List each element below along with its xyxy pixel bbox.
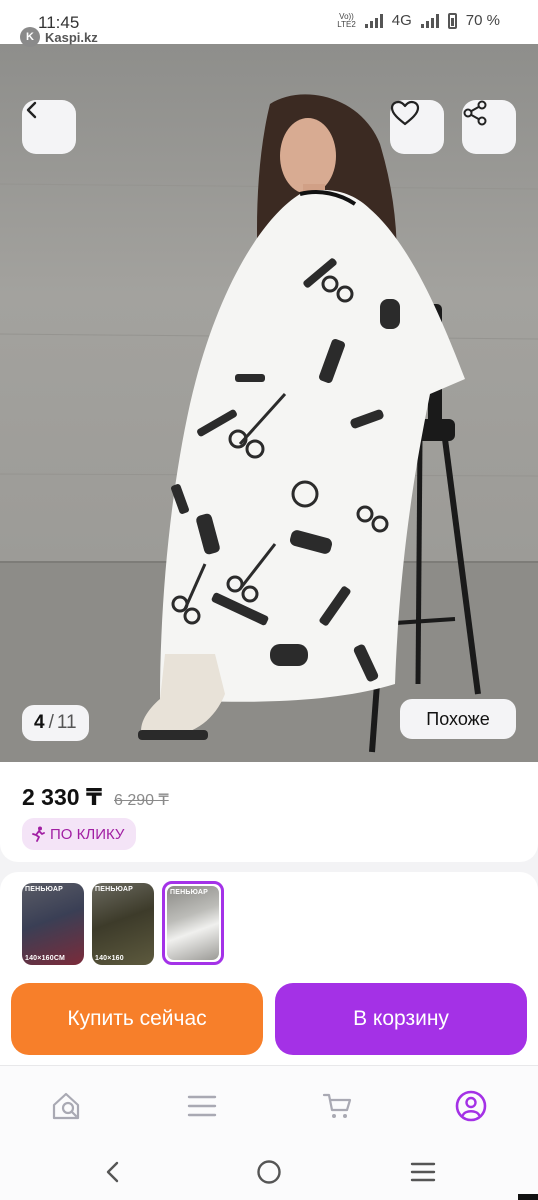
back-button[interactable] [22, 100, 76, 154]
tab-home[interactable] [49, 1088, 85, 1124]
chevron-left-icon [106, 1161, 119, 1183]
system-home-button[interactable] [254, 1157, 284, 1187]
app-name: Kaspi.kz [45, 29, 98, 45]
price: 2 330 ₸ [22, 784, 102, 810]
tab-cart[interactable] [319, 1088, 355, 1124]
image-counter: 4 / 11 [22, 705, 89, 741]
image-counter-total: 11 [56, 712, 77, 733]
thumbnail-2[interactable]: ПЕНЬЮАР 140×160 [92, 883, 154, 965]
product-photo[interactable] [0, 44, 538, 762]
thumbnail-2-sub: 140×160 [95, 955, 124, 962]
app-indicator: K Kaspi.kz [20, 27, 98, 47]
action-bar: Купить сейчас В корзину [0, 975, 538, 1065]
thumbnail-1-sub: 140×160СМ [25, 955, 66, 962]
status-indicators: Vo)) LTE2 4G 70 % [337, 12, 500, 29]
signal-bars-icon [364, 13, 383, 28]
thumbnail-3-label: ПЕНЬЮАР [170, 889, 208, 896]
buy-now-button[interactable]: Купить сейчас [11, 983, 263, 1055]
share-icon [463, 100, 487, 126]
kaspi-logo-icon: K [20, 27, 40, 47]
similar-button[interactable]: Похоже [400, 699, 516, 739]
cart-icon [322, 1093, 352, 1118]
status-bar: 11:45 K Kaspi.kz Vo)) LTE2 4G 70 % [0, 0, 538, 47]
bottom-tab-bar [0, 1065, 538, 1145]
home-search-icon [52, 1092, 80, 1120]
chevron-left-icon [26, 101, 37, 119]
running-person-icon [32, 826, 45, 842]
promo-badge[interactable]: ПО КЛИКУ [22, 818, 137, 850]
battery-level: 70 % [465, 12, 500, 29]
add-to-cart-button[interactable]: В корзину [275, 983, 527, 1055]
thumbnail-1[interactable]: ПЕНЬЮАР 140×160СМ [22, 883, 84, 965]
system-nav-bar [0, 1145, 538, 1200]
heart-icon [390, 100, 420, 126]
battery-icon [447, 12, 457, 29]
menu-icon [187, 1095, 217, 1117]
circle-home-icon [257, 1160, 281, 1184]
corner-mark [518, 1194, 538, 1200]
network-type: 4G [391, 12, 412, 29]
image-counter-current: 4 [34, 712, 45, 733]
thumbnail-1-label: ПЕНЬЮАР [25, 886, 63, 893]
share-button[interactable] [462, 100, 516, 154]
product-image [0, 94, 538, 762]
old-price: 6 290 ₸ [114, 792, 169, 809]
volte-indicator: Vo)) LTE2 [337, 11, 356, 29]
recents-icon [410, 1162, 436, 1182]
image-counter-separator: / [48, 712, 54, 733]
tab-profile[interactable] [453, 1088, 489, 1124]
favorite-button[interactable] [390, 100, 444, 154]
system-recents-button[interactable] [408, 1157, 438, 1187]
promo-label: ПО КЛИКУ [50, 825, 125, 843]
tab-catalog[interactable] [184, 1088, 220, 1124]
profile-icon [455, 1090, 487, 1122]
thumbnail-2-label: ПЕНЬЮАР [95, 886, 133, 893]
thumbnail-strip: ПЕНЬЮАР 140×160СМ ПЕНЬЮАР 140×160 ПЕНЬЮА… [0, 872, 538, 982]
thumbnail-3-selected[interactable]: ПЕНЬЮАР [162, 881, 224, 965]
signal-bars-2-icon [420, 13, 439, 28]
system-back-button[interactable] [98, 1157, 128, 1187]
price-card: 2 330 ₸ 6 290 ₸ ПО КЛИКУ [0, 762, 538, 862]
